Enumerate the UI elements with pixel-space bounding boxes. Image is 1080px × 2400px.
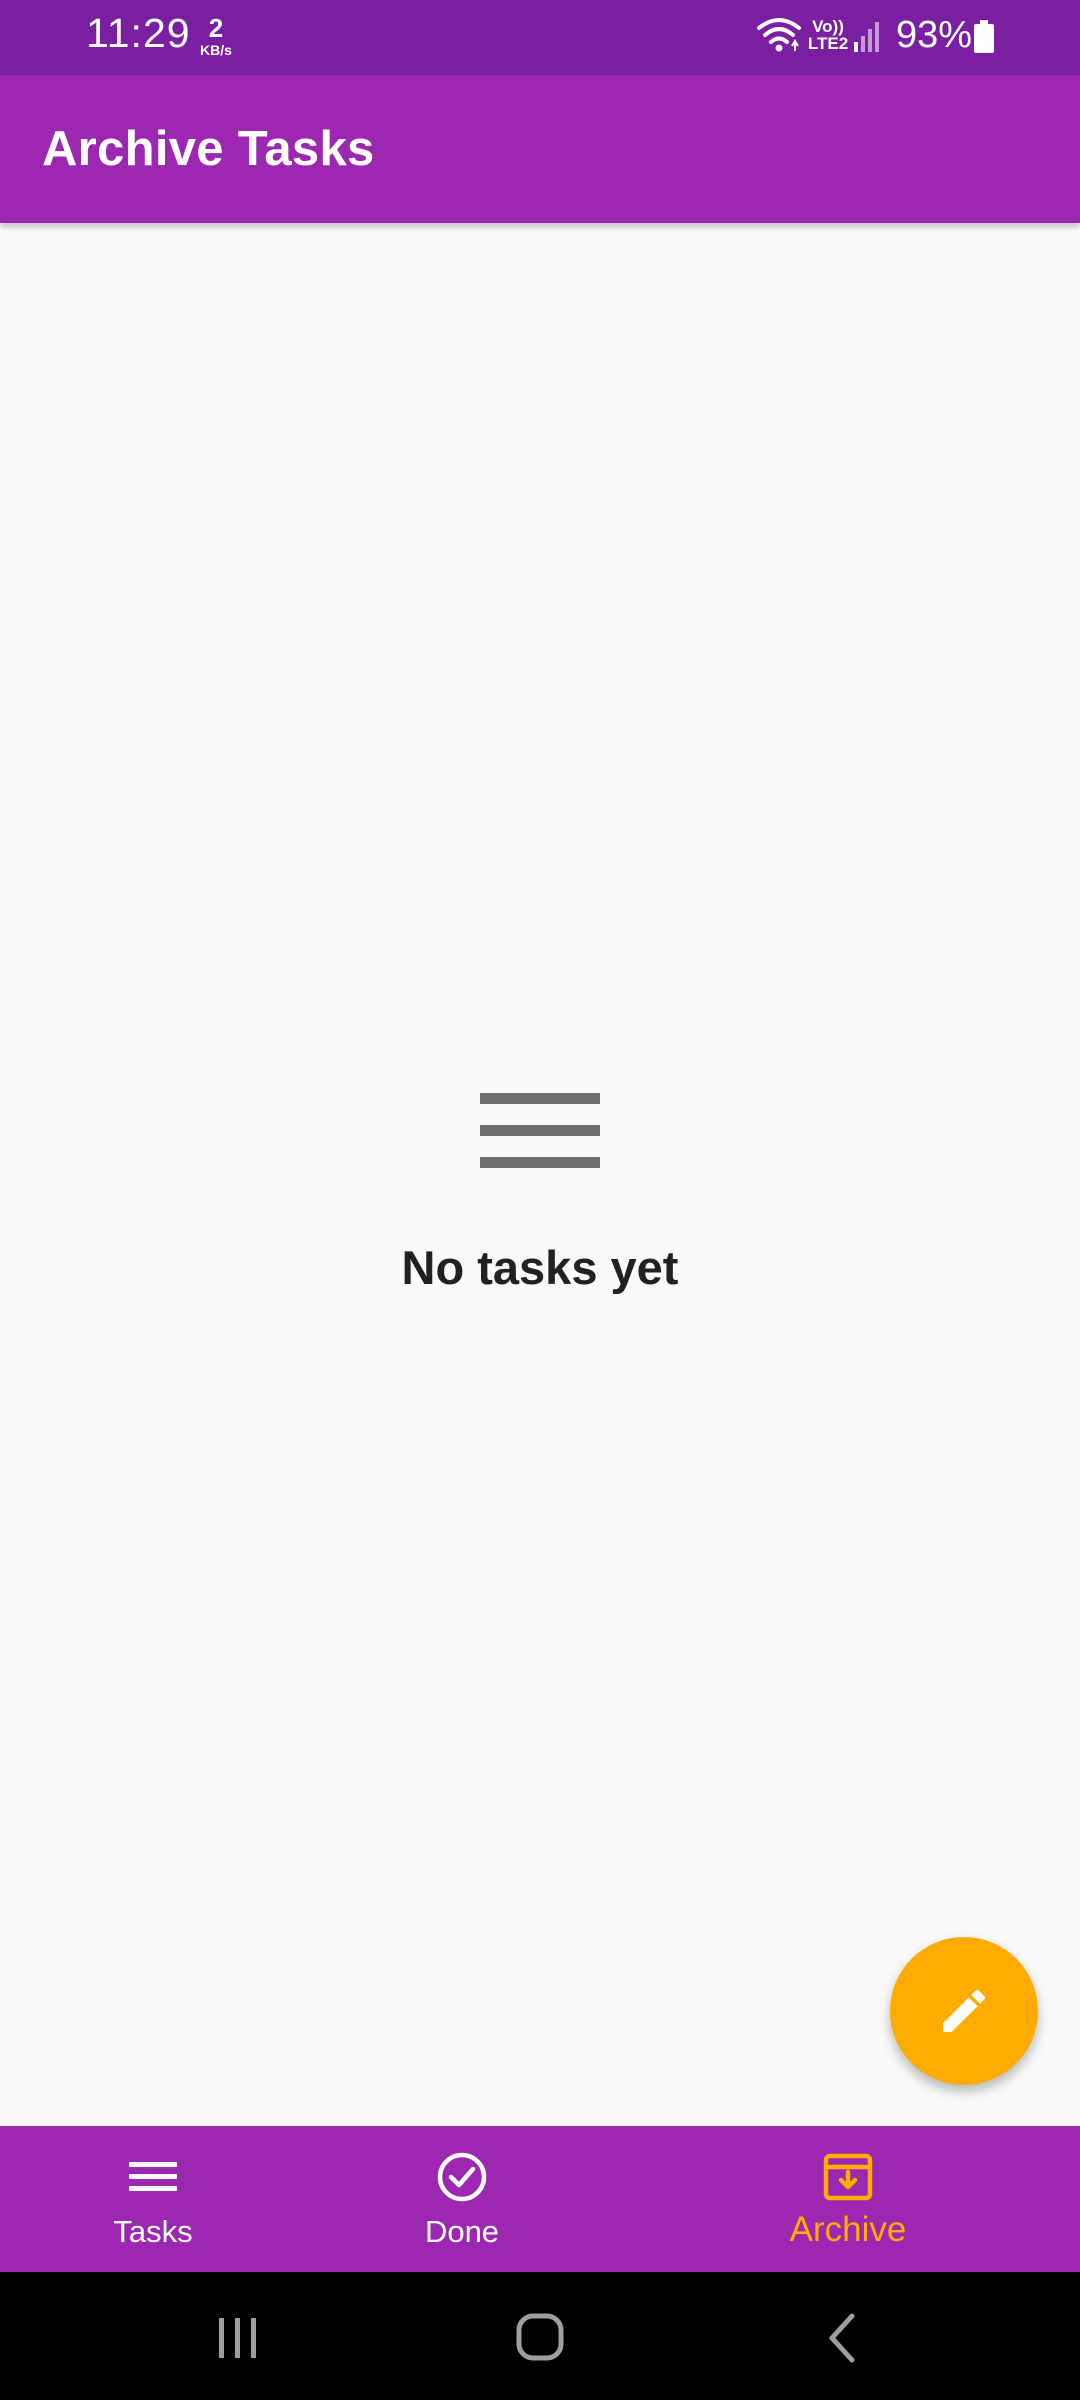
add-task-fab[interactable] bbox=[890, 1937, 1038, 2085]
menu-lines-icon bbox=[480, 1093, 600, 1168]
nav-label-archive: Archive bbox=[789, 2210, 907, 2249]
archive-icon bbox=[823, 2153, 873, 2201]
recents-icon[interactable] bbox=[208, 2310, 268, 2366]
wifi-icon bbox=[757, 18, 801, 52]
bottom-navigation: Tasks Done Archive bbox=[0, 2126, 1080, 2272]
volte-label: Vo)) bbox=[812, 17, 844, 36]
battery-percent: 93% bbox=[896, 14, 973, 56]
nav-label-done: Done bbox=[424, 2214, 500, 2249]
check-circle-icon bbox=[437, 2152, 487, 2202]
network-speed-value: 2 bbox=[208, 13, 224, 43]
system-navigation-bar bbox=[0, 2272, 1080, 2400]
menu-icon bbox=[129, 2162, 177, 2191]
app-screen: 11:29 2 KB/s Vo)) LTE2 93% Archive Tasks… bbox=[0, 0, 1080, 2400]
app-bar: Archive Tasks bbox=[0, 75, 1080, 223]
page-title: Archive Tasks bbox=[42, 122, 375, 176]
network-speed: 2 KB/s bbox=[194, 15, 238, 57]
home-icon[interactable] bbox=[510, 2310, 570, 2366]
status-bar: 11:29 2 KB/s Vo)) LTE2 93% bbox=[0, 0, 1080, 75]
nav-label-tasks: Tasks bbox=[113, 2214, 193, 2249]
nav-item-done[interactable]: Done bbox=[342, 2126, 582, 2272]
signal-icon bbox=[854, 22, 879, 52]
status-time: 11:29 bbox=[86, 10, 191, 56]
nav-item-archive[interactable]: Archive bbox=[728, 2126, 968, 2272]
lte-label: LTE2 bbox=[807, 34, 849, 53]
pencil-icon bbox=[943, 1989, 986, 2032]
network-speed-unit: KB/s bbox=[200, 42, 232, 58]
battery-icon bbox=[974, 20, 994, 53]
volte-indicator: Vo)) LTE2 bbox=[806, 18, 850, 52]
empty-message: No tasks yet bbox=[401, 1241, 679, 1294]
back-icon[interactable] bbox=[812, 2310, 872, 2366]
nav-item-tasks[interactable]: Tasks bbox=[33, 2126, 273, 2272]
